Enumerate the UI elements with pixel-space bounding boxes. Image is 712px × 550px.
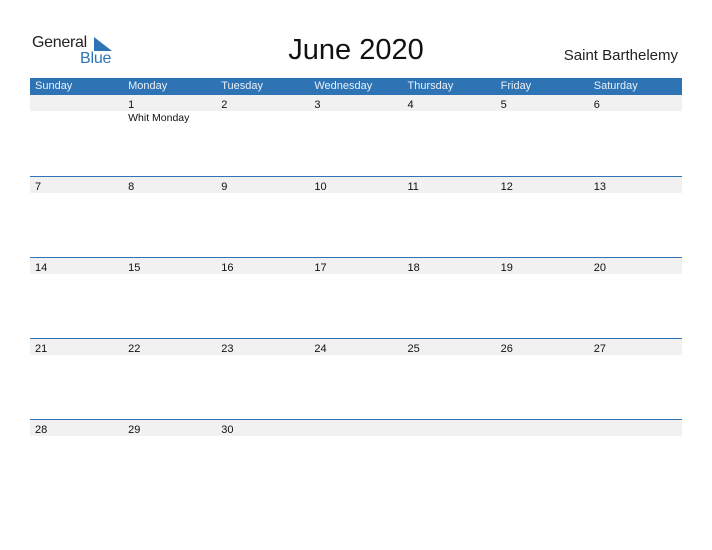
day-number: 21 xyxy=(35,343,48,355)
day-number: 5 xyxy=(500,99,507,111)
day-number: 13 xyxy=(593,181,606,193)
day-cell: 21 xyxy=(30,339,123,355)
day-number: 3 xyxy=(314,99,321,111)
date-strip: 21 22 23 24 25 26 27 xyxy=(30,339,682,355)
day-cell: 30 xyxy=(216,420,309,436)
day-cell: 28 xyxy=(30,420,123,436)
date-strip: 28 29 30 xyxy=(30,420,682,436)
week-row: 7 8 9 10 11 12 13 xyxy=(30,176,682,257)
day-cell: 8 xyxy=(123,177,216,193)
weekday-saturday: Saturday xyxy=(593,80,638,92)
day-number: 22 xyxy=(128,343,141,355)
week-row: 21 22 23 24 25 26 27 xyxy=(30,338,682,419)
holiday-label: Whit Monday xyxy=(128,112,190,124)
day-number: 6 xyxy=(593,99,600,111)
day-cell xyxy=(309,420,402,436)
week-row: 14 15 16 17 18 19 20 xyxy=(30,257,682,338)
day-cell: 27 xyxy=(589,339,682,355)
day-cell xyxy=(589,420,682,436)
day-cell: 23 xyxy=(216,339,309,355)
day-number: 23 xyxy=(221,343,234,355)
week-row: 28 29 30 xyxy=(30,419,682,500)
weekday-header: Sunday Monday Tuesday Wednesday Thursday… xyxy=(30,78,682,95)
date-strip: 14 15 16 17 18 19 20 xyxy=(30,258,682,274)
day-cell: 10 xyxy=(309,177,402,193)
day-number: 26 xyxy=(500,343,513,355)
day-cell: 9 xyxy=(216,177,309,193)
day-number: 10 xyxy=(314,181,327,193)
day-number: 1 xyxy=(128,99,135,111)
weekday-tuesday: Tuesday xyxy=(221,80,264,92)
weekday-thursday: Thursday xyxy=(407,80,454,92)
day-number: 9 xyxy=(221,181,228,193)
day-cell: 29 xyxy=(123,420,216,436)
weeks-container: 1 2 3 4 5 6 Whit Monday 7 8 9 10 11 12 13 14 15 16 17 18 19… xyxy=(30,95,682,500)
day-cell: 18 xyxy=(403,258,496,274)
day-number: 27 xyxy=(593,343,606,355)
day-number: 7 xyxy=(35,181,42,193)
day-cell: 25 xyxy=(403,339,496,355)
day-cell: 19 xyxy=(496,258,589,274)
day-number: 18 xyxy=(407,262,420,274)
day-cell: 22 xyxy=(123,339,216,355)
day-cell: 1 xyxy=(123,95,216,111)
day-number: 12 xyxy=(500,181,513,193)
weekday-wednesday: Wednesday xyxy=(314,80,373,92)
weekday-sunday: Sunday xyxy=(35,80,73,92)
day-cell: 4 xyxy=(403,95,496,111)
day-number: 28 xyxy=(35,424,48,436)
calendar-grid: Sunday Monday Tuesday Wednesday Thursday… xyxy=(30,78,682,500)
day-cell: 20 xyxy=(589,258,682,274)
day-cell: 16 xyxy=(216,258,309,274)
weekday-monday: Monday xyxy=(128,80,168,92)
day-number: 20 xyxy=(593,262,606,274)
day-number: 30 xyxy=(221,424,234,436)
day-cell: 6 xyxy=(589,95,682,111)
date-strip: 1 2 3 4 5 6 xyxy=(30,95,682,111)
day-number: 24 xyxy=(314,343,327,355)
day-cell: 5 xyxy=(496,95,589,111)
day-number: 19 xyxy=(500,262,513,274)
day-cell xyxy=(403,420,496,436)
day-cell: 7 xyxy=(30,177,123,193)
country-name: Saint Barthelemy xyxy=(563,47,678,64)
day-cell xyxy=(30,95,123,111)
day-cell xyxy=(496,420,589,436)
day-cell: 24 xyxy=(309,339,402,355)
day-cell: 17 xyxy=(309,258,402,274)
day-number: 16 xyxy=(221,262,234,274)
day-number: 4 xyxy=(407,99,414,111)
weekday-friday: Friday xyxy=(500,80,532,92)
day-number: 29 xyxy=(128,424,141,436)
day-number: 2 xyxy=(221,99,228,111)
day-number: 14 xyxy=(35,262,48,274)
day-cell: 12 xyxy=(496,177,589,193)
date-strip: 7 8 9 10 11 12 13 xyxy=(30,177,682,193)
day-cell: 14 xyxy=(30,258,123,274)
day-number: 8 xyxy=(128,181,135,193)
day-number: 15 xyxy=(128,262,141,274)
day-number: 17 xyxy=(314,262,327,274)
day-number: 11 xyxy=(407,181,419,193)
day-cell: 3 xyxy=(309,95,402,111)
week-row: 1 2 3 4 5 6 Whit Monday xyxy=(30,95,682,176)
day-cell: 15 xyxy=(123,258,216,274)
day-cell: 26 xyxy=(496,339,589,355)
day-cell: 2 xyxy=(216,95,309,111)
day-cell: 13 xyxy=(589,177,682,193)
day-number: 25 xyxy=(407,343,420,355)
day-cell: 11 xyxy=(403,177,496,193)
